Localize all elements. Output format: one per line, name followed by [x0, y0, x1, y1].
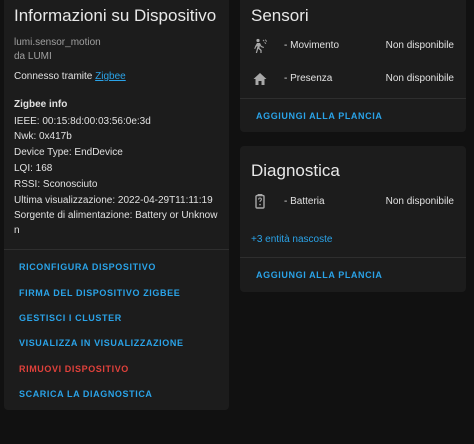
zigbee-link[interactable]: Zigbee	[95, 71, 126, 82]
rssi-value: RSSI: Sconosciuto	[14, 179, 98, 190]
diagnostics-add-to-dashboard-button[interactable]: AGGIUNGI ALLA PLANCIA	[256, 270, 382, 280]
device-type-value: Device Type: EndDevice	[14, 147, 123, 158]
device-manufacturer: da LUMI	[14, 51, 52, 62]
lqi-value: LQI: 168	[14, 163, 53, 174]
battery-entity-name: - Batteria	[284, 196, 325, 207]
download-diagnostics-button[interactable]: SCARICA LA DIAGNOSTICA	[19, 389, 153, 399]
motion-entity-state: Non disponibile	[385, 40, 454, 51]
remove-device-button[interactable]: RIMUOVI DISPOSITIVO	[19, 364, 129, 374]
sensors-title: Sensori	[251, 6, 309, 25]
nwk-value: Nwk: 0x417b	[14, 131, 72, 142]
diagnostics-card: Diagnostica - Batteria Non disponibile +…	[240, 146, 466, 292]
sensors-add-to-dashboard-button[interactable]: AGGIUNGI ALLA PLANCIA	[256, 111, 382, 121]
power-source-value: Sorgente di alimentazione: Battery or Un…	[14, 210, 218, 221]
presence-entity-state: Non disponibile	[385, 73, 454, 84]
view-in-visualization-button[interactable]: VISUALIZZA IN VISUALIZZAZIONE	[19, 338, 184, 348]
zigbee-info-heading: Zigbee info	[14, 99, 68, 110]
last-seen-value: Ultima visualizzazione: 2022-04-29T11:11…	[14, 195, 213, 206]
hidden-entities-link[interactable]: +3 entità nascoste	[251, 234, 332, 246]
connected-via: Connesso tramite Zigbee	[14, 71, 126, 83]
power-source-value-wrap: n	[14, 225, 20, 236]
device-info-card: Informazioni su Dispositivo lumi.sensor_…	[4, 0, 229, 410]
diagnostics-divider	[240, 257, 466, 258]
zigbee-signature-button[interactable]: FIRMA DEL DISPOSITIVO ZIGBEE	[19, 288, 180, 298]
actions-divider	[4, 249, 229, 250]
motion-sensor-icon	[254, 38, 267, 53]
home-icon	[253, 73, 267, 85]
battery-entity-state: Non disponibile	[385, 196, 454, 207]
reconfigure-device-button[interactable]: RICONFIGURA DISPOSITIVO	[19, 262, 156, 272]
battery-unknown-icon	[255, 194, 265, 209]
ieee-value: IEEE: 00:15:8d:00:03:56:0e:3d	[14, 116, 151, 127]
manage-clusters-button[interactable]: GESTISCI I CLUSTER	[19, 313, 122, 323]
sensors-card: Sensori - Movimento Non disponibile - Pr…	[240, 0, 466, 132]
motion-entity-name: - Movimento	[284, 40, 340, 51]
diagnostics-title: Diagnostica	[251, 161, 340, 180]
presence-entity-name: - Presenza	[284, 73, 333, 84]
device-info-title: Informazioni su Dispositivo	[14, 6, 217, 25]
connected-via-label: Connesso tramite	[14, 71, 93, 82]
sensors-divider	[240, 98, 466, 99]
device-model: lumi.sensor_motion	[14, 37, 101, 48]
